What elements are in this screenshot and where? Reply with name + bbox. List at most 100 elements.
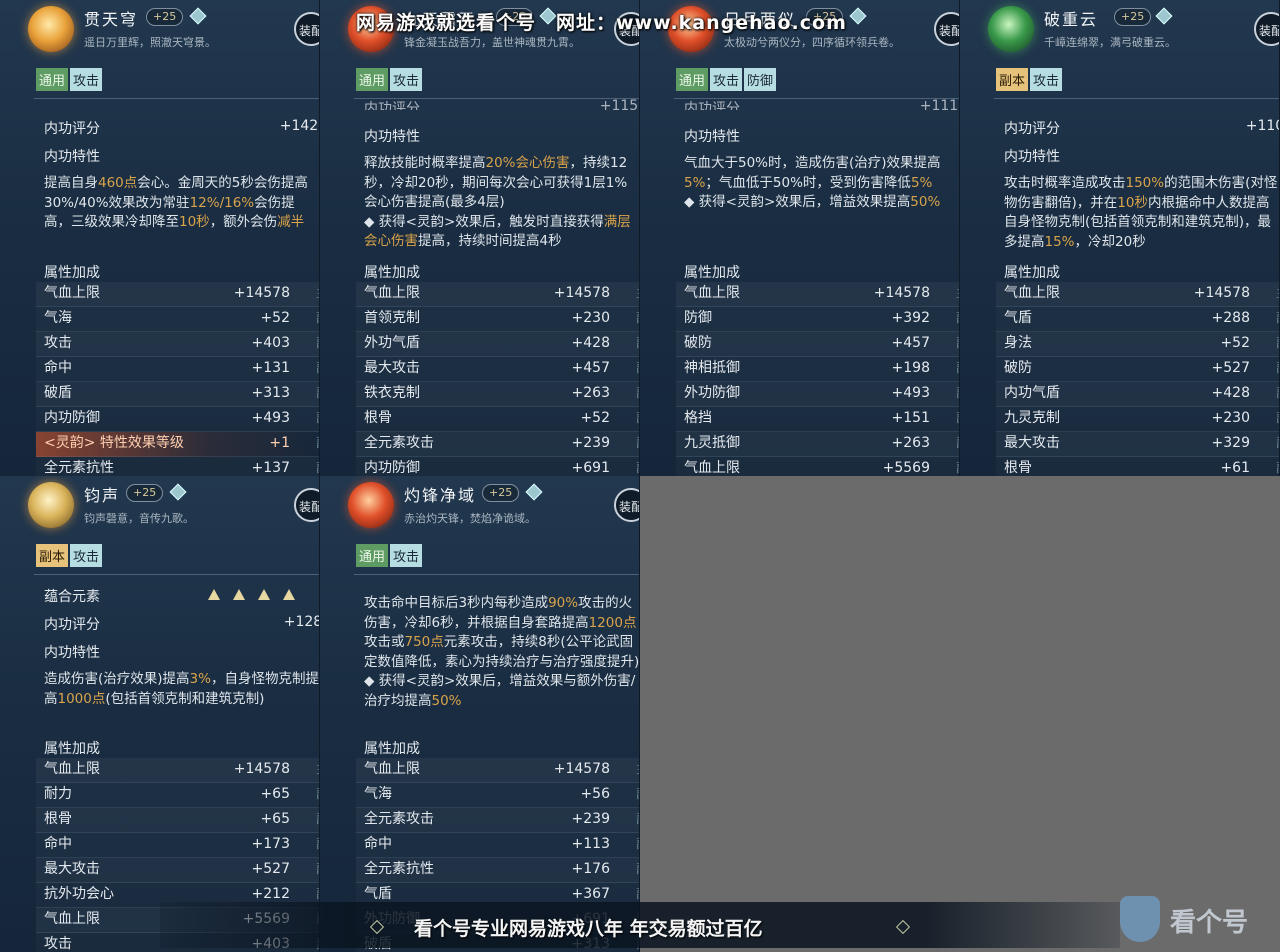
card-name: 破重云 xyxy=(1044,10,1099,29)
attr-row: 全元素攻击+239副 xyxy=(356,432,639,457)
tag-list: 副本 攻击 xyxy=(996,68,1063,91)
attr-row: 气血上限+5569副 xyxy=(676,457,959,476)
attr-value: +14578 xyxy=(1193,285,1250,301)
card-header: 贯天穹 +25 遥日万里辉，照澈天穹景。 装配 xyxy=(0,0,319,60)
attr-row: 最大攻击+527副 xyxy=(36,858,319,883)
highlight-text: 1200点 xyxy=(588,614,637,631)
tag: 攻击 xyxy=(710,68,743,91)
attr-row: 命中+131副 xyxy=(36,357,319,382)
equip-button[interactable]: 装配 xyxy=(294,488,319,522)
attr-value: +392 xyxy=(891,310,930,326)
attr-name: 全元素攻击 xyxy=(364,435,434,451)
attr-name: 身法 xyxy=(1004,335,1032,351)
score-row: 内功评分 +11536 xyxy=(364,98,639,110)
attr-row: 气盾 +288 副 xyxy=(996,307,1279,332)
attr-row: 命中 +113 副 xyxy=(356,833,639,858)
highlight-text: 90% xyxy=(548,595,579,611)
attr-name: 最大攻击 xyxy=(364,360,420,376)
trait-heading: 内功特性 xyxy=(1004,149,1060,165)
attr-row: 气血上限+14578主 xyxy=(356,282,639,307)
highlight-text: 5% xyxy=(684,174,706,191)
level-badge: +25 xyxy=(126,484,164,502)
attr-value: +65 xyxy=(260,811,290,827)
tag: 通用 xyxy=(676,68,709,91)
shield-logo-icon xyxy=(1120,896,1160,942)
card-motto: 遥日万里辉，照澈天穹景。 xyxy=(84,36,216,49)
attr-name: 气血上限 xyxy=(364,285,420,301)
attr-name: 外功防御 xyxy=(684,385,740,401)
attr-name: 气盾 xyxy=(1004,310,1032,326)
card-guantianqiong: 贯天穹 +25 遥日万里辉，照澈天穹景。 装配 通用 攻击 内功评分 +1427… xyxy=(0,0,320,476)
watermark-url: 网址：www.kangehao.com xyxy=(556,12,847,34)
highlight-text: 150% xyxy=(1125,175,1165,191)
attr-name: 命中 xyxy=(364,836,392,852)
attr-value: +14578 xyxy=(873,285,930,301)
attr-name: 最大攻击 xyxy=(44,861,100,877)
attr-row: 根骨+65副 xyxy=(36,808,319,833)
attr-value: +14578 xyxy=(233,761,290,777)
attr-value: +457 xyxy=(891,335,930,351)
trait-description: 气血大于50%时，造成伤害(治疗)效果提高5%；气血低于50%时，受到伤害降低5… xyxy=(684,154,959,213)
card-pochongyun: 破重云 +25 千嶂连绵翠，满弓破重云。 装配 副本 攻击 内功评分 +1106… xyxy=(960,0,1280,476)
tag: 副本 xyxy=(36,544,69,567)
watermark-banner: 网易游戏就选看个号 网址：www.kangehao.com xyxy=(300,8,1000,44)
attr-row: 最大攻击+457副 xyxy=(356,357,639,382)
attr-name: 内功防御 xyxy=(44,410,100,426)
highlight-text: 5% xyxy=(910,174,933,191)
highlight-text: 3% xyxy=(189,671,211,687)
attr-value: +239 xyxy=(571,811,610,827)
highlight-text: 10秒 xyxy=(179,214,210,230)
card-header: 灼锋净域 +25 赤治灼天锋，焚焰净诡域。 装配 xyxy=(320,476,639,536)
attr-name: 内功气盾 xyxy=(1004,385,1060,401)
rank-diamond-icon xyxy=(525,483,543,501)
attr-row: 外功气盾+428副 xyxy=(356,332,639,357)
card-junsheng: 钧声 +25 钧声磬意，音传九歌。 装配 副本 攻击 蕴合元素 内功评分 +12… xyxy=(0,476,320,952)
desc-text: ◆ 获得<灵韵>效果后，触发时直接获得 xyxy=(364,213,604,230)
attr-row: 气海 +56 副 xyxy=(356,783,639,808)
card-riyueliangyi: 日月两仪 +25 太极动兮两仪分，四序循环领兵卷。 装配 通用 攻击 防御 内功… xyxy=(640,0,960,476)
equip-button[interactable]: 装配 xyxy=(614,488,639,522)
tag: 攻击 xyxy=(1030,68,1063,91)
skill-emblem-icon xyxy=(28,482,74,528)
attr-name: 气血上限 xyxy=(364,761,420,777)
brand-name: 看个号 xyxy=(1170,908,1249,938)
attr-row: 内功防御+493副 xyxy=(36,407,319,432)
attr-row: 铁衣克制+263副 xyxy=(356,382,639,407)
tag: 防御 xyxy=(744,68,777,91)
score-label: 内功评分 xyxy=(44,617,100,633)
attr-value: +493 xyxy=(251,410,290,426)
attr-name: 攻击 xyxy=(44,335,72,351)
desc-text: 释放技能时概率提高 xyxy=(364,155,486,171)
card-jiutianbawang: 九天霸王 +25 锋金凝玉战吾力，盖世神魂贯九霄。 装配 通用 攻击 内功评分 … xyxy=(320,0,640,476)
attr-row: 防御+392副 xyxy=(676,307,959,332)
tag-list: 副本 攻击 xyxy=(36,544,103,567)
attr-name: 气血上限 xyxy=(44,911,100,927)
desc-text: 攻击时概率造成攻击 xyxy=(1004,175,1126,191)
attr-name: 九灵克制 xyxy=(1004,410,1060,426)
attr-name: 内功防御 xyxy=(364,460,420,476)
attr-name: 气血上限 xyxy=(1004,285,1060,301)
attr-list: 气血上限+14578主气盾+288副身法+52副破防+527副内功气盾+428副… xyxy=(996,282,1279,476)
attr-value: +691 xyxy=(571,460,610,476)
level-badge: +25 xyxy=(482,484,520,502)
trait-heading: 内功特性 xyxy=(44,645,100,661)
attr-name: 格挡 xyxy=(684,410,712,426)
attr-row: 破防 +527 副 xyxy=(996,357,1279,382)
trait-description: 攻击命中目标后3秒内每秒造成90%攻击的火伤害，冷却6秒，并根据自身套路提高12… xyxy=(364,594,639,711)
attr-value: +403 xyxy=(251,335,290,351)
score-value: +11060 xyxy=(1245,118,1279,134)
attr-value: +288 xyxy=(1211,310,1250,326)
attr-value: +493 xyxy=(891,385,930,401)
attr-row: 气血上限+14578主 xyxy=(676,282,959,307)
card-motto: 赤治灼天锋，焚焰净诡域。 xyxy=(404,512,536,525)
highlight-text: 50% xyxy=(910,194,941,210)
highlight-text: 460点 xyxy=(98,175,138,191)
attr-row: 全元素攻击+239副 xyxy=(356,808,639,833)
tag: 攻击 xyxy=(390,544,423,567)
equip-button[interactable]: 装配 xyxy=(1254,12,1279,46)
highlight-text: 10秒 xyxy=(1117,194,1148,211)
element-row: 蕴合元素 xyxy=(44,586,319,606)
highlight-text: 12%/16% xyxy=(189,194,255,211)
attr-type-tag: 主 xyxy=(636,758,639,780)
desc-text: 气血大于50%时，造成伤害(治疗)效果提高 xyxy=(684,155,941,171)
